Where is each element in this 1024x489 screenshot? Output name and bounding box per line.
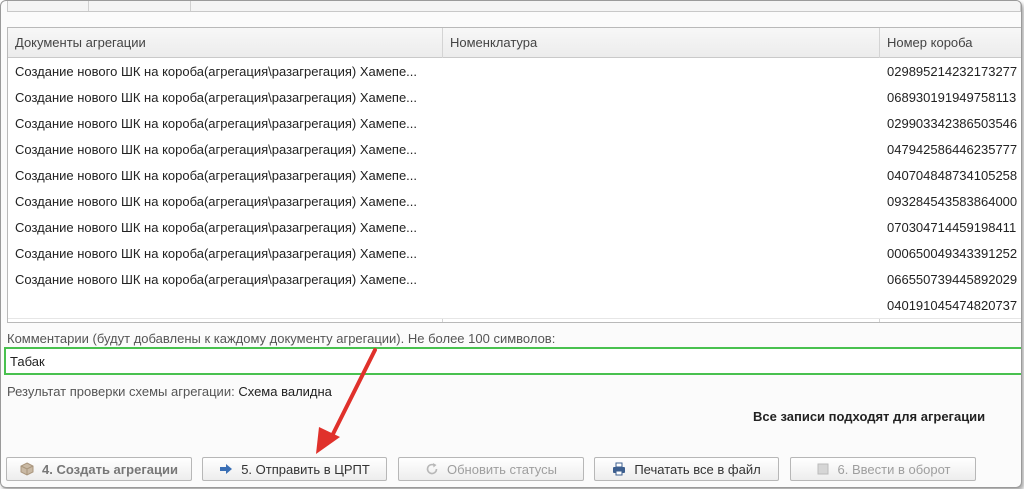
cell-document: Создание нового ШК на короба(агрегация\р…: [15, 64, 418, 79]
table-row[interactable]: Создание нового ШК на короба(агрегация\р…: [8, 84, 1021, 111]
cell-box-number: 093284543583864000: [887, 194, 1018, 209]
table-row[interactable]: Создание нового ШК на короба(агрегация\р…: [8, 136, 1021, 163]
cell-box-number: 040191045474820737: [887, 298, 1018, 313]
table-row[interactable]: Создание нового ШК на короба(агрегация\р…: [8, 58, 1021, 85]
divider: [190, 1, 191, 11]
check-label: Результат проверки схемы агрегации:: [7, 384, 235, 399]
column-header-box-number[interactable]: Номер короба: [887, 35, 973, 50]
cell-box-number: 047942586446235777: [887, 142, 1018, 157]
button-label: Печатать все в файл: [634, 461, 761, 477]
cell-document: Создание нового ШК на короба(агрегация\р…: [15, 272, 418, 287]
send-to-crpt-button[interactable]: 5. Отправить в ЦРПТ: [202, 457, 387, 481]
cell-document: Создание нового ШК на короба(агрегация\р…: [15, 168, 418, 183]
button-label: 6. Ввести в оборот: [837, 461, 951, 477]
cell-box-number: 000650049343391252: [887, 246, 1018, 261]
comment-input[interactable]: [4, 347, 1021, 375]
cell-document: Создание нового ШК на короба(агрегация\р…: [15, 246, 418, 261]
column-header-documents[interactable]: Документы агрегации: [15, 35, 146, 50]
column-header-nomenclature[interactable]: Номенклатура: [450, 35, 537, 50]
table-row[interactable]: Создание нового ШК на короба(агрегация\р…: [8, 266, 1021, 293]
cell-box-number: 029895214232173277: [887, 64, 1018, 79]
put-into-circulation-button[interactable]: 6. Ввести в оборот: [790, 457, 976, 481]
table-row[interactable]: Создание нового ШК на короба(агрегация\р…: [8, 214, 1021, 241]
table-row[interactable]: 040191045474820737: [8, 292, 1021, 319]
box-icon: [20, 462, 34, 476]
aggregation-table[interactable]: Документы агрегации Номенклатура Номер к…: [7, 27, 1021, 323]
print-all-to-file-button[interactable]: Печатать все в файл: [594, 457, 779, 481]
create-aggregations-button[interactable]: 4. Создать агрегации: [6, 457, 192, 481]
cell-box-number: 068930191949758113: [887, 90, 1017, 105]
table-row[interactable]: Создание нового ШК на короба(агрегация\р…: [8, 110, 1021, 137]
cell-box-number: 066550739445892029: [887, 272, 1018, 287]
cell-document: Создание нового ШК на короба(агрегация\р…: [15, 142, 418, 157]
cell-box-number: 070304714459198411: [887, 220, 1017, 235]
check-value: Схема валидна: [238, 384, 332, 399]
cell-document: Создание нового ШК на короба(агрегация\р…: [15, 116, 418, 131]
arrow-right-icon: [219, 462, 233, 476]
refresh-statuses-button[interactable]: Обновить статусы: [398, 457, 584, 481]
document-icon: [816, 462, 830, 476]
status-message: Все записи подходят для агрегации: [753, 409, 986, 424]
printer-icon: [612, 462, 626, 476]
cell-document: Создание нового ШК на короба(агрегация\р…: [15, 220, 418, 235]
cell-document: Создание нового ШК на короба(агрегация\р…: [15, 194, 418, 209]
table-row[interactable]: Создание нового ШК на короба(агрегация\р…: [8, 240, 1021, 267]
table-row[interactable]: Создание нового ШК на короба(агрегация\р…: [8, 188, 1021, 215]
cell-box-number: 029903342386503546: [887, 116, 1018, 131]
cell-document: Создание нового ШК на короба(агрегация\р…: [15, 90, 418, 105]
button-label: 4. Создать агрегации: [42, 461, 178, 477]
table-row[interactable]: Создание нового ШК на короба(агрегация\р…: [8, 162, 1021, 189]
aggregation-check-result: Результат проверки схемы агрегации: Схем…: [7, 384, 332, 399]
cell-box-number: 040704848734105258: [887, 168, 1018, 183]
divider: [88, 1, 89, 11]
comment-label: Комментарии (будут добавлены к каждому д…: [7, 331, 556, 346]
refresh-icon: [425, 462, 439, 476]
button-label: 5. Отправить в ЦРПТ: [241, 461, 370, 477]
button-label: Обновить статусы: [446, 461, 558, 477]
top-panel: [7, 1, 1021, 12]
table-header: Документы агрегации Номенклатура Номер к…: [8, 28, 1021, 58]
aggregation-form: Документы агрегации Номенклатура Номер к…: [0, 0, 1022, 488]
